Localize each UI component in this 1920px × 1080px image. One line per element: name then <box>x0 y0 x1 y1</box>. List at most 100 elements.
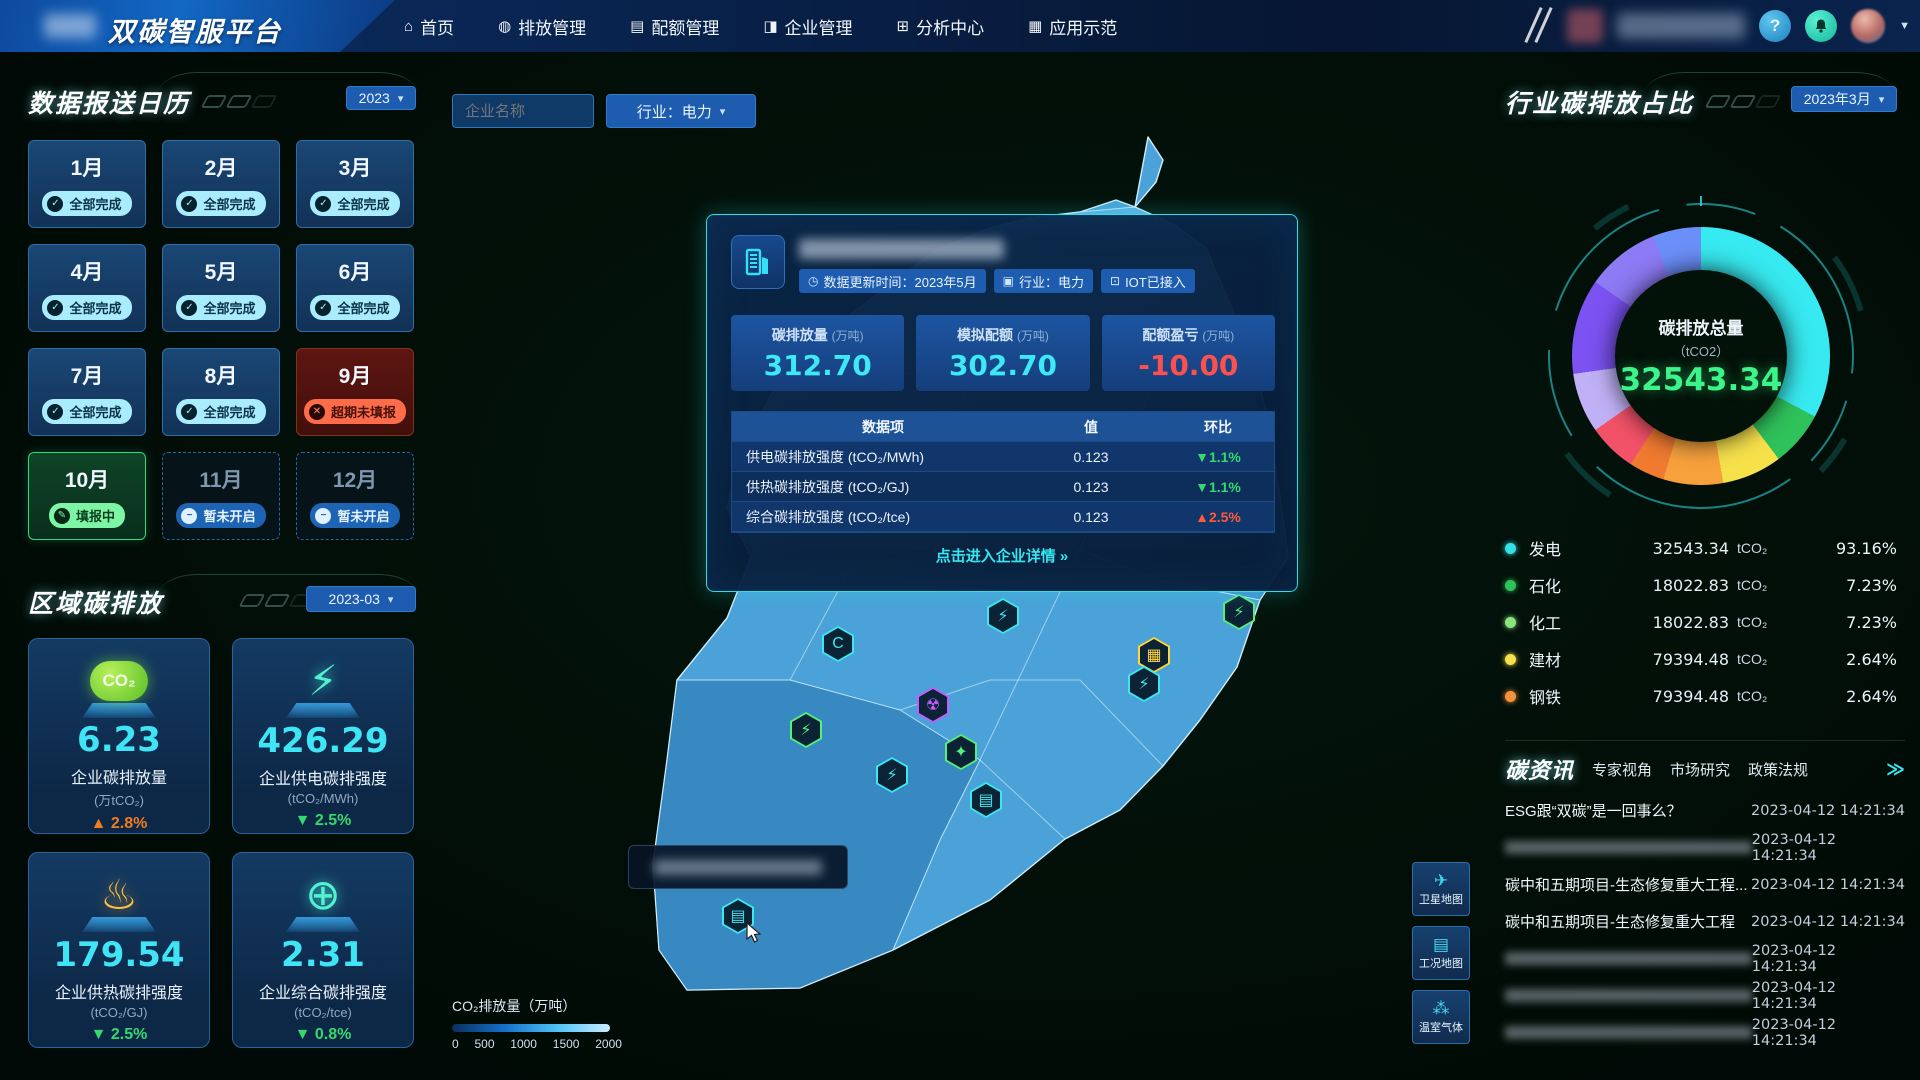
news-tabs: 专家视角 市场研究 政策法规 <box>1592 759 1808 780</box>
month-card-nov[interactable]: 11月−暂未开启 <box>162 452 280 540</box>
news-title-redacted <box>1505 1026 1752 1039</box>
news-item[interactable]: 2023-04-12 14:21:34 <box>1505 947 1905 970</box>
nav-label: 企业管理 <box>785 14 853 39</box>
stat-delta: ▲ 2.8% <box>91 815 148 833</box>
notification-button[interactable] <box>1805 10 1837 42</box>
chevron-down-icon: ▾ <box>720 105 726 118</box>
industry-legend: 发电32543.34 tCO₂93.16% 石化18022.83 tCO₂7.2… <box>1505 536 1897 708</box>
chevron-down-icon: ▾ <box>398 92 404 105</box>
map-color-legend: CO₂排放量（万吨） 0500100015002000 <box>452 996 632 1051</box>
greenhouse-layer-button[interactable]: ⁂ 温室气体 <box>1412 990 1470 1044</box>
emission-statbox: 碳排放量 (万吨) 312.70 <box>731 315 904 391</box>
month-card-apr[interactable]: 4月✓全部完成 <box>28 244 146 332</box>
nav-analysis-center[interactable]: ⊞ 分析中心 <box>897 14 985 39</box>
nav-label: 分析中心 <box>916 14 984 39</box>
calendar-year-select[interactable]: 2023 ▾ <box>346 86 416 110</box>
emission-value: 312.70 <box>764 349 872 382</box>
month-card-sep[interactable]: 9月✕超期未填报 <box>296 348 414 436</box>
balance-value: -10.00 <box>1138 349 1238 382</box>
check-icon: ✓ <box>315 196 331 212</box>
demo-icon: ▦ <box>1028 17 1042 35</box>
table-row: 供电碳排放强度 (tCO₂/MWh)0.123▼1.1% <box>732 442 1274 472</box>
check-icon: ✓ <box>181 196 197 212</box>
stat-card-heat-intensity: ♨ 179.54 企业供热碳排强度 (tCO₂/GJ) ▼ 2.5% <box>28 852 210 1048</box>
month-card-jun[interactable]: 6月✓全部完成 <box>296 244 414 332</box>
co2-cloud-icon: CO₂ <box>90 661 148 701</box>
enterprise-detail-link[interactable]: 点击进入企业详情 » <box>707 545 1297 566</box>
legend-row-power: 发电32543.34 tCO₂93.16% <box>1505 536 1897 560</box>
news-item[interactable]: 2023-04-12 14:21:34 <box>1505 984 1905 1007</box>
question-icon: ? <box>1770 16 1780 36</box>
stat-value: 2.31 <box>281 935 365 975</box>
news-more-arrow-icon[interactable]: ≫ <box>1886 759 1905 780</box>
quota-value: 302.70 <box>949 349 1057 382</box>
legend-row-steel: 钢铁79394.48 tCO₂2.64% <box>1505 684 1897 708</box>
carbon-news-panel: 碳资讯 专家视角 市场研究 政策法规 ≫ ESG跟“双碳”是一回事么？ 2023… <box>1505 740 1905 1044</box>
chip-icon: ⊡ <box>1110 274 1120 288</box>
month-card-jan[interactable]: 1月✓全部完成 <box>28 140 146 228</box>
stat-label: 企业碳排放量 <box>71 764 167 788</box>
month-card-dec[interactable]: 12月−暂未开启 <box>296 452 414 540</box>
legend-dot <box>1505 543 1516 554</box>
company-search-input[interactable] <box>452 94 594 128</box>
help-button[interactable]: ? <box>1759 10 1791 42</box>
news-item[interactable]: 2023-04-12 14:21:34 <box>1505 836 1905 859</box>
regional-period-select[interactable]: 2023-03 ▾ <box>306 586 416 612</box>
news-panel-title: 碳资讯 <box>1505 753 1574 785</box>
table-header: 数据项值环比 <box>732 412 1274 442</box>
balance-statbox: 配额盈亏 (万吨) -10.00 <box>1102 315 1275 391</box>
check-icon: ✓ <box>315 300 331 316</box>
legend-title: CO₂排放量（万吨） <box>452 996 632 1016</box>
cross-icon: ✕ <box>309 404 325 420</box>
iot-tag: ⊡ IOT已接入 <box>1101 269 1195 293</box>
nav-app-demo[interactable]: ▦ 应用示范 <box>1028 14 1117 39</box>
molecule-icon: ⁂ <box>1433 1000 1450 1017</box>
tab-policy[interactable]: 政策法规 <box>1748 759 1808 780</box>
stat-card-power-intensity: ⚡ 426.29 企业供电碳排强度 (tCO₂/MWh) ▼ 2.5% <box>232 638 414 834</box>
user-avatar[interactable] <box>1851 9 1885 43</box>
check-icon: ✓ <box>47 300 63 316</box>
month-card-mar[interactable]: 3月✓全部完成 <box>296 140 414 228</box>
tab-market-research[interactable]: 市场研究 <box>1670 759 1730 780</box>
satellite-layer-button[interactable]: ✈ 卫星地图 <box>1412 862 1470 916</box>
update-time-tag: ◷ 数据更新时间：2023年5月 <box>799 269 986 293</box>
news-item[interactable]: ESG跟“双碳”是一回事么？ 2023-04-12 14:21:34 <box>1505 799 1905 822</box>
chevron-down-icon: ▾ <box>1879 93 1885 106</box>
check-icon: ✓ <box>181 404 197 420</box>
check-icon: ✓ <box>47 404 63 420</box>
month-card-feb[interactable]: 2月✓全部完成 <box>162 140 280 228</box>
news-item[interactable]: 碳中和五期项目-生态修复重大工程... 2023-04-12 14:21:34 <box>1505 873 1905 896</box>
table-row: 综合碳排放强度 (tCO₂/tce)0.123▲2.5% <box>732 502 1274 532</box>
quota-statbox: 模拟配额 (万吨) 302.70 <box>916 315 1089 391</box>
legend-row-petrochem: 石化18022.83 tCO₂7.23% <box>1505 573 1897 597</box>
industry-period-select[interactable]: 2023年3月 ▾ <box>1791 86 1897 112</box>
month-card-may[interactable]: 5月✓全部完成 <box>162 244 280 332</box>
news-item[interactable]: 碳中和五期项目-生态修复重大工程 2023-04-12 14:21:34 <box>1505 910 1905 933</box>
bell-icon <box>1813 18 1829 34</box>
nav-quota-mgmt[interactable]: ▤ 配额管理 <box>630 14 719 39</box>
news-item[interactable]: 2023-04-12 14:21:34 <box>1505 1021 1905 1044</box>
tab-expert-view[interactable]: 专家视角 <box>1592 759 1652 780</box>
slash-decoration <box>1532 6 1562 46</box>
nav-enterprise-mgmt[interactable]: ◨ 企业管理 <box>763 14 852 39</box>
stat-label: 企业供电碳排强度 <box>259 765 387 789</box>
nav-emission-mgmt[interactable]: ◍ 排放管理 <box>498 14 586 39</box>
data-submission-calendar-panel: 数据报送日历 2023 ▾ 1月✓全部完成 2月✓全部完成 3月✓全部完成 4月… <box>28 84 418 132</box>
month-card-aug[interactable]: 8月✓全部完成 <box>162 348 280 436</box>
company-name-redacted <box>799 239 1004 259</box>
dashboard-root: 双碳智服平台 ⌂ 首页 ◍ 排放管理 ▤ 配额管理 ◨ 企业管理 ⊞ 分析中心 <box>0 0 1920 1080</box>
condition-layer-button[interactable]: ▤ 工况地图 <box>1412 926 1470 980</box>
month-card-oct[interactable]: 10月✎填报中 <box>28 452 146 540</box>
stat-delta: ▼ 2.5% <box>295 812 352 830</box>
user-menu-caret[interactable]: ▼ <box>1899 20 1910 32</box>
nav-home[interactable]: ⌂ 首页 <box>404 14 454 39</box>
legend-dot <box>1505 654 1516 665</box>
stat-unit: (tCO₂/GJ) <box>90 1005 147 1020</box>
industry-tag: ▣ 行业：电力 <box>994 269 1093 293</box>
industry-filter-select[interactable]: 行业：电力 ▾ <box>606 94 756 128</box>
month-card-jul[interactable]: 7月✓全部完成 <box>28 348 146 436</box>
stat-unit: (tCO₂/MWh) <box>288 791 359 806</box>
satellite-icon: ✈ <box>1434 872 1448 889</box>
check-icon: ✓ <box>181 300 197 316</box>
stat-label: 企业综合碳排强度 <box>259 979 387 1003</box>
